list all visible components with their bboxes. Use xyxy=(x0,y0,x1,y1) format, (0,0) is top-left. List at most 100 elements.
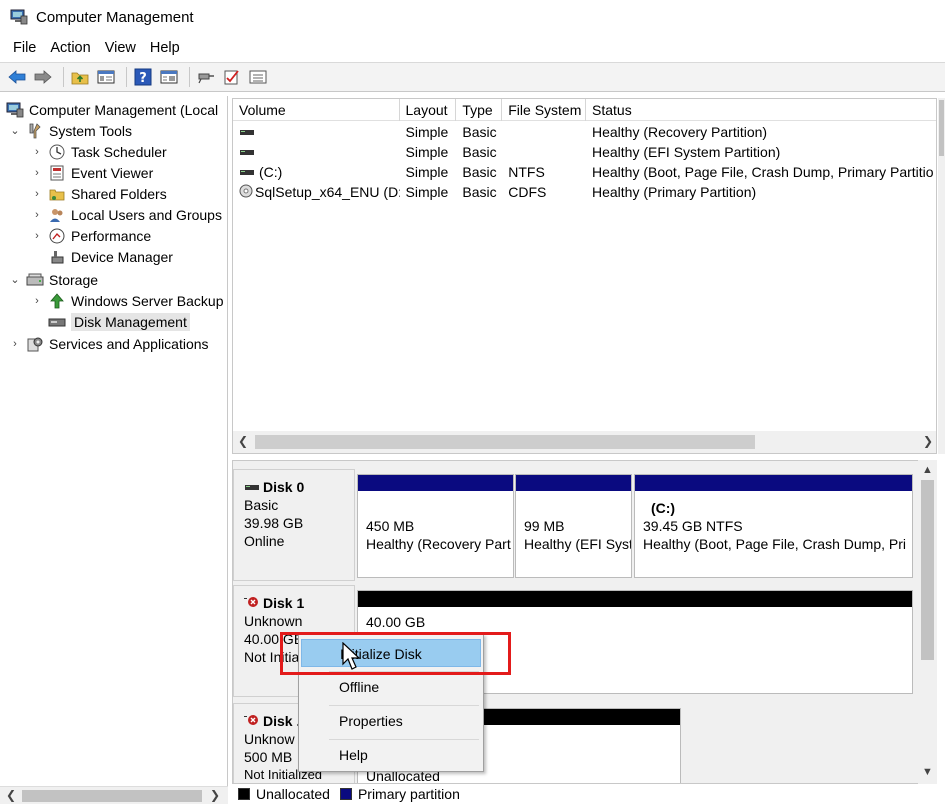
list-icon[interactable] xyxy=(247,66,269,88)
scrollbar-thumb[interactable] xyxy=(22,790,202,802)
scroll-left-arrow-icon[interactable]: ❮ xyxy=(6,788,16,802)
cell-layout: Simple xyxy=(405,124,449,140)
tree-horizontal-scrollbar[interactable]: ❮ ❯ xyxy=(0,786,228,804)
partition-title: (C:) xyxy=(651,500,676,516)
tree-item-disk-management[interactable]: Disk Management xyxy=(48,311,190,332)
cell-layout: Simple xyxy=(405,144,449,160)
chevron-right-icon[interactable]: › xyxy=(30,295,44,307)
table-row[interactable]: Simple Basic Healthy (Recovery Partition… xyxy=(233,122,936,142)
table-row[interactable]: SqlSetup_x64_ENU (D:) Simple Basic CDFS … xyxy=(233,182,936,202)
cell-status: Healthy (Recovery Partition) xyxy=(592,124,768,140)
column-header-volume[interactable]: Volume xyxy=(233,99,400,121)
volume-list-horizontal-scrollbar[interactable]: ❮ ❯ xyxy=(233,431,936,453)
scroll-left-arrow-icon[interactable]: ❮ xyxy=(238,434,248,448)
menu-separator xyxy=(329,739,479,740)
menu-file[interactable]: File xyxy=(6,38,43,58)
toolbar-separator xyxy=(189,67,190,87)
chevron-right-icon[interactable]: › xyxy=(30,209,44,221)
chevron-down-icon[interactable]: ⌄ xyxy=(8,124,22,137)
partition-status: Healthy (Recovery Part xyxy=(366,536,511,552)
disk-error-icon xyxy=(244,712,260,730)
title-bar: Computer Management xyxy=(0,0,945,34)
back-arrow-icon[interactable] xyxy=(6,66,28,88)
tree-item-shared-folders[interactable]: › Shared Folders xyxy=(30,183,167,204)
legend-swatch-unallocated xyxy=(238,788,250,800)
partition-size: 450 MB xyxy=(366,518,415,534)
scrollbar-thumb[interactable] xyxy=(939,100,944,156)
scroll-right-arrow-icon[interactable]: ❯ xyxy=(923,434,933,448)
show-hide-tree-icon[interactable] xyxy=(95,66,117,88)
chevron-right-icon[interactable]: › xyxy=(30,167,44,179)
disk-type: Basic xyxy=(244,497,279,513)
tree-item-computer-management[interactable]: Computer Management (Local xyxy=(6,99,218,120)
svg-text:?: ? xyxy=(139,71,147,86)
disk-info-disk0[interactable]: Disk 0 Basic 39.98 GB Online xyxy=(233,469,355,581)
chevron-right-icon[interactable]: › xyxy=(30,230,44,242)
cell-volume: SqlSetup_x64_ENU (D:) xyxy=(233,184,400,201)
menu-item-offline[interactable]: Offline xyxy=(301,673,481,701)
volume-list-vertical-scrollbar[interactable] xyxy=(938,98,945,454)
column-header-status[interactable]: Status xyxy=(586,99,936,121)
tree-item-local-users[interactable]: › Local Users and Groups xyxy=(30,204,222,225)
cell-volume xyxy=(233,144,400,160)
help-icon[interactable]: ? xyxy=(132,66,154,88)
partition-status: Healthy (Boot, Page File, Crash Dump, Pr… xyxy=(643,536,906,552)
cell-type: Basic xyxy=(462,184,497,200)
tree-item-storage[interactable]: ⌄ Storage xyxy=(8,269,98,290)
tree-item-task-scheduler[interactable]: › Task Scheduler xyxy=(30,141,167,162)
column-header-type[interactable]: Type xyxy=(456,99,503,121)
menu-separator xyxy=(329,705,479,706)
services-icon xyxy=(26,336,44,352)
tree-item-label: Windows Server Backup xyxy=(71,292,224,309)
disk-name: Disk 1 xyxy=(244,594,354,612)
chevron-right-icon[interactable]: › xyxy=(8,338,22,350)
scroll-up-arrow-icon[interactable]: ▲ xyxy=(922,464,933,476)
tree-item-system-tools[interactable]: ⌄ System Tools xyxy=(8,120,132,141)
column-header-layout[interactable]: Layout xyxy=(400,99,457,121)
legend-label-primary: Primary partition xyxy=(357,786,460,802)
partition-c-drive[interactable]: (C:) 39.45 GB NTFS Healthy (Boot, Page F… xyxy=(634,474,913,578)
tree-item-device-manager[interactable]: Device Manager xyxy=(48,246,173,267)
tree-item-event-viewer[interactable]: › Event Viewer xyxy=(30,162,153,183)
toolbar-separator xyxy=(63,67,64,87)
disk-view-vertical-scrollbar[interactable]: ▲ ▼ xyxy=(918,460,937,784)
tree-item-windows-server-backup[interactable]: › Windows Server Backup xyxy=(30,290,224,311)
forward-arrow-icon[interactable] xyxy=(32,66,54,88)
scroll-down-arrow-icon[interactable]: ▼ xyxy=(922,766,933,778)
connect-icon[interactable] xyxy=(195,66,217,88)
menu-item-properties[interactable]: Properties xyxy=(301,707,481,735)
table-row[interactable]: Simple Basic Healthy (EFI System Partiti… xyxy=(233,142,936,162)
scroll-right-arrow-icon[interactable]: ❯ xyxy=(210,788,220,802)
tree-item-label: Shared Folders xyxy=(71,185,167,202)
menu-action[interactable]: Action xyxy=(43,38,97,58)
tree-item-label: Computer Management (Local xyxy=(29,101,219,118)
scrollbar-thumb[interactable] xyxy=(921,480,934,660)
tree-item-label: Device Manager xyxy=(71,248,173,265)
chevron-down-icon[interactable]: ⌄ xyxy=(8,273,22,286)
scrollbar-thumb[interactable] xyxy=(255,435,755,449)
partition-recovery[interactable]: 450 MB Healthy (Recovery Part xyxy=(357,474,514,578)
legend-swatch-primary xyxy=(339,788,352,800)
chevron-right-icon[interactable]: › xyxy=(30,188,44,200)
chevron-right-icon[interactable]: › xyxy=(30,146,44,158)
partition-efi[interactable]: 99 MB Healthy (EFI Syst xyxy=(515,474,632,578)
tree-item-services-and-applications[interactable]: › Services and Applications xyxy=(8,333,208,354)
cell-status: Healthy (Primary Partition) xyxy=(592,184,757,200)
storage-icon xyxy=(26,272,44,288)
window-title: Computer Management xyxy=(36,8,194,26)
tree-item-label: Performance xyxy=(71,227,152,244)
menu-help[interactable]: Help xyxy=(143,38,187,58)
tree-item-performance[interactable]: › Performance xyxy=(30,225,151,246)
cell-layout: Simple xyxy=(405,164,449,180)
table-row[interactable]: (C:) Simple Basic NTFS Healthy (Boot, Pa… xyxy=(233,162,936,182)
tree-item-label: System Tools xyxy=(49,122,132,139)
volume-drive-icon xyxy=(239,164,255,180)
properties-icon[interactable] xyxy=(158,66,180,88)
up-folder-icon[interactable] xyxy=(69,66,91,88)
menu-item-help[interactable]: Help xyxy=(301,741,481,769)
menu-view[interactable]: View xyxy=(98,38,143,58)
disk-drive-icon xyxy=(244,478,260,496)
column-header-file-system[interactable]: File System xyxy=(502,99,587,121)
check-icon[interactable] xyxy=(221,66,243,88)
shared-folder-icon xyxy=(48,186,66,202)
